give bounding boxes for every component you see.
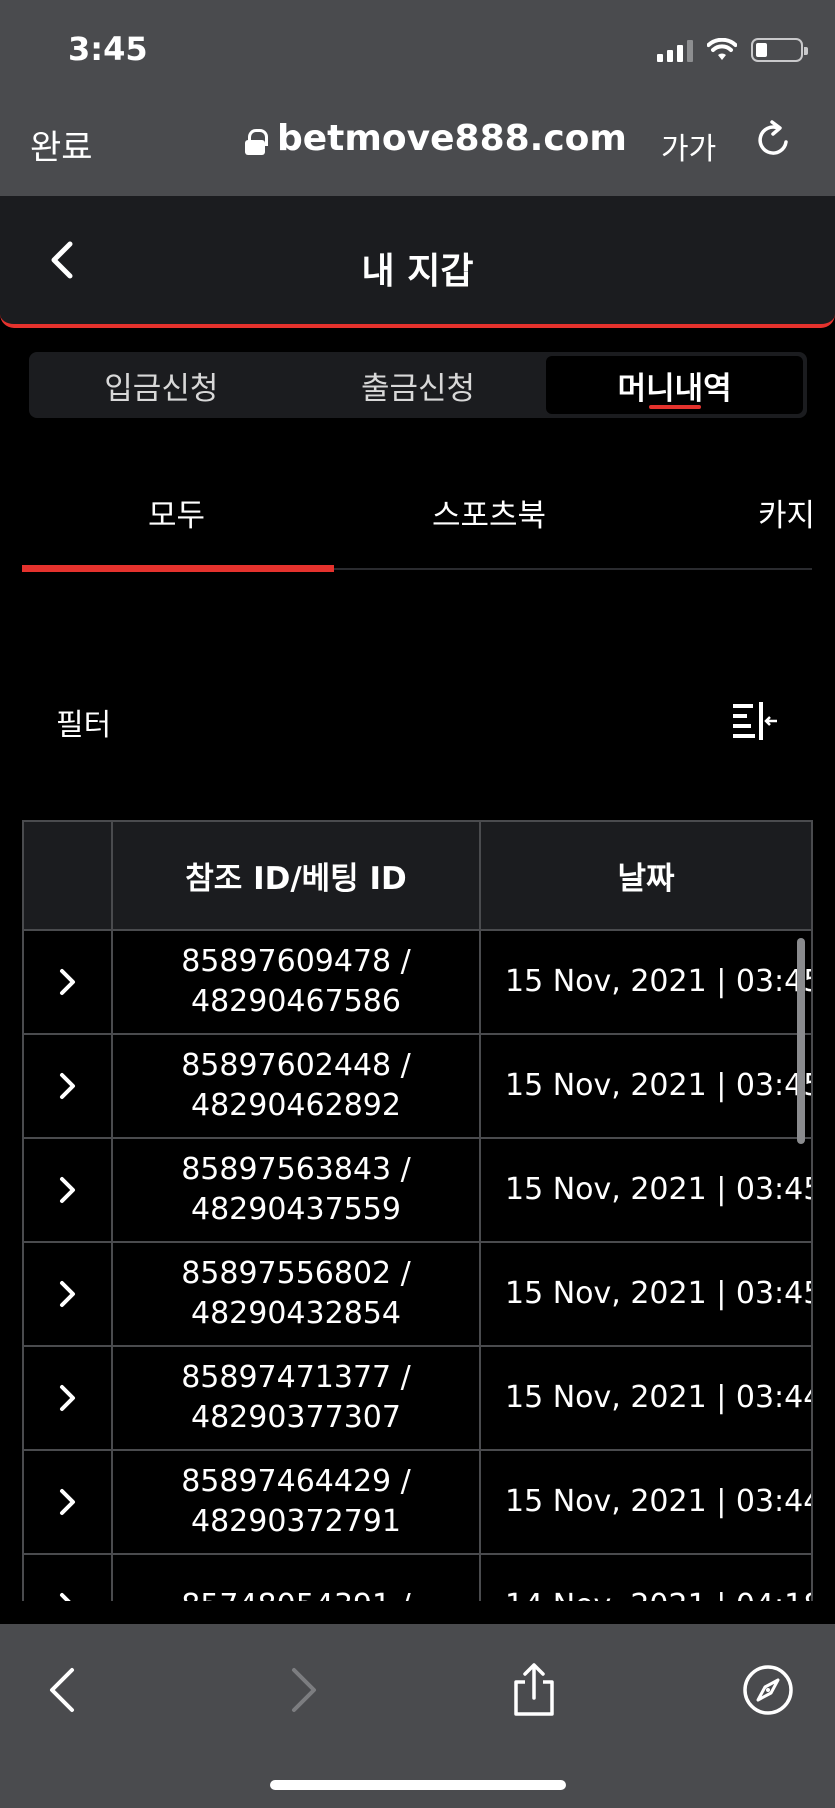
ref-bet-id-cell: 85897464429 / 48290372791 (113, 1451, 481, 1553)
row-expand-button[interactable] (24, 1139, 113, 1241)
active-tab-indicator (648, 405, 701, 409)
ref-bet-id-cell: 85748054391 / (113, 1555, 481, 1601)
date-cell: 15 Nov, 2021 | 03:44 (505, 1484, 811, 1519)
row-expand-button[interactable] (24, 931, 113, 1033)
address-field[interactable]: betmove888.com (245, 118, 627, 159)
table-row[interactable]: 85897563843 / 48290437559 15 Nov, 2021 | 0… (24, 1139, 811, 1243)
table-row[interactable]: 85897471377 / 48290377307 15 Nov, 2021 | 0… (24, 1347, 811, 1451)
table-row[interactable]: 85748054391 / 14 Nov, 2021 | 04:18 (24, 1555, 811, 1601)
row-expand-button[interactable] (24, 1451, 113, 1553)
chevron-right-icon (59, 1073, 75, 1099)
active-subtab-indicator (22, 565, 334, 572)
reference-id: 85897464429 / (181, 1464, 411, 1499)
filter-icon[interactable] (731, 700, 779, 740)
reload-icon[interactable] (752, 118, 796, 162)
date-cell: 15 Nov, 2021 | 03:45 (505, 1172, 811, 1207)
browser-toolbar (0, 1624, 835, 1808)
reference-id: 85897609478 / (181, 944, 411, 979)
app-header: 내 지갑 (0, 196, 835, 328)
table-row[interactable]: 85897609478 / 48290467586 15 Nov, 2021 | 0… (24, 931, 811, 1035)
tab-money-history[interactable]: 머니내역 (546, 356, 804, 414)
bet-id: 48290377307 (191, 1400, 401, 1435)
text-size-button[interactable]: 가가 (661, 124, 716, 168)
chevron-right-icon (59, 1177, 75, 1203)
chevron-right-icon (59, 1593, 71, 1601)
row-expand-button[interactable] (24, 1035, 113, 1137)
date-cell: 15 Nov, 2021 | 03:45 (505, 964, 811, 999)
ref-bet-id-cell: 85897602448 / 48290462892 (113, 1035, 481, 1137)
table-body: 85897609478 / 48290467586 15 Nov, 2021 | 0… (24, 931, 811, 1601)
browser-forward-icon[interactable] (274, 1662, 330, 1718)
tab-casino[interactable]: 카지 (758, 490, 815, 535)
table-row[interactable]: 85897464429 / 48290372791 15 Nov, 2021 | 0… (24, 1451, 811, 1555)
page-title: 내 지갑 (361, 251, 474, 292)
ref-bet-id-cell: 85897563843 / 48290437559 (113, 1139, 481, 1241)
reference-id: 85748054391 / (181, 1586, 411, 1601)
table-header: 참조 ID/베팅 ID 날짜 (24, 820, 811, 931)
history-table: 참조 ID/베팅 ID 날짜 85897609478 / 48290467586 1… (22, 820, 813, 1601)
ref-bet-id-cell: 85897471377 / 48290377307 (113, 1347, 481, 1449)
ref-bet-id-cell: 85897556802 / 48290432854 (113, 1243, 481, 1345)
compass-icon[interactable] (740, 1662, 796, 1718)
lock-icon (245, 128, 268, 155)
tab-withdraw-request[interactable]: 출금신청 (290, 356, 547, 414)
wallet-tabs: 입금신청 출금신청 머니내역 (29, 352, 807, 418)
row-expand-button[interactable] (24, 1243, 113, 1345)
home-indicator (270, 1780, 566, 1790)
row-expand-button[interactable] (24, 1347, 113, 1449)
header-date: 날짜 (617, 861, 675, 897)
header-ref-id: 참조 ID/베팅 ID (113, 822, 481, 929)
cellular-signal-icon (657, 38, 693, 62)
reference-id: 85897556802 / (181, 1256, 411, 1291)
date-cell: 14 Nov, 2021 | 04:18 (481, 1555, 811, 1601)
date-cell: 15 Nov, 2021 | 03:44 (505, 1380, 811, 1415)
bet-id: 48290437559 (191, 1192, 401, 1227)
table-scrollbar[interactable] (797, 938, 805, 1144)
browser-url-bar: 완료 betmove888.com 가가 (0, 98, 835, 196)
chevron-right-icon (59, 1385, 75, 1411)
done-button[interactable]: 완료 (30, 120, 93, 169)
bet-id: 48290462892 (191, 1088, 401, 1123)
row-expand-button[interactable] (24, 1555, 113, 1601)
chevron-right-icon (59, 1489, 75, 1515)
date-cell: 15 Nov, 2021 | 03:45 (505, 1276, 811, 1311)
battery-icon (751, 38, 808, 62)
chevron-right-icon (59, 969, 75, 995)
filter-label[interactable]: 필터 (56, 700, 111, 744)
bet-id: 48290467586 (191, 984, 401, 1019)
status-time: 3:45 (68, 30, 148, 68)
chevron-right-icon (59, 1281, 75, 1307)
reference-id: 85897602448 / (181, 1048, 411, 1083)
bet-id: 48290432854 (191, 1296, 401, 1331)
url-text: betmove888.com (277, 118, 627, 159)
bet-id: 48290372791 (191, 1504, 401, 1539)
category-tabs: 모두 스포츠북 카지 (22, 480, 835, 572)
share-icon[interactable] (506, 1662, 562, 1718)
tab-sportsbook[interactable]: 스포츠북 (432, 490, 546, 535)
status-bar: 3:45 (0, 0, 835, 98)
wifi-icon (707, 38, 737, 60)
reference-id: 85897471377 / (181, 1360, 411, 1395)
date-cell: 15 Nov, 2021 | 03:45 (505, 1068, 811, 1103)
reference-id: 85897563843 / (181, 1152, 411, 1187)
browser-back-icon[interactable] (36, 1662, 92, 1718)
tab-all[interactable]: 모두 (148, 490, 205, 535)
table-row[interactable]: 85897602448 / 48290462892 15 Nov, 2021 | 0… (24, 1035, 811, 1139)
ref-bet-id-cell: 85897609478 / 48290467586 (113, 931, 481, 1033)
status-icons (657, 38, 808, 62)
table-row[interactable]: 85897556802 / 48290432854 15 Nov, 2021 | 0… (24, 1243, 811, 1347)
tab-deposit-request[interactable]: 입금신청 (33, 356, 290, 414)
header-expand-column (24, 822, 113, 929)
